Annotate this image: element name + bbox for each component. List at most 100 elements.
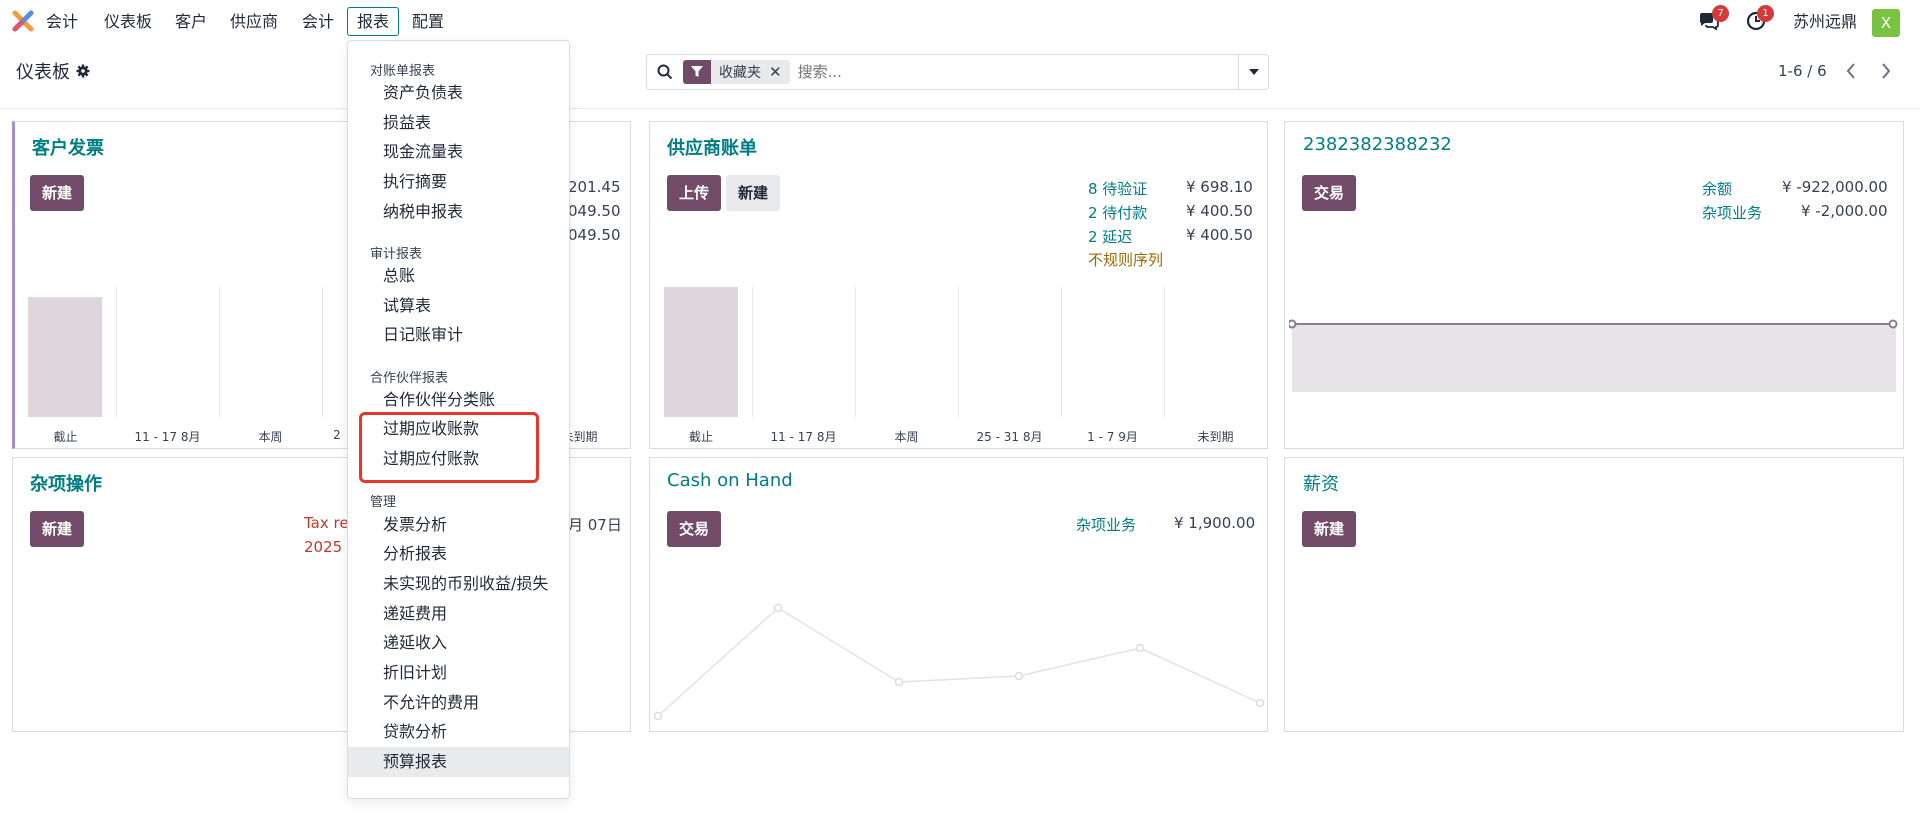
card-title[interactable]: 供应商账单 — [667, 134, 757, 160]
facet-label: 收藏夹 — [719, 65, 761, 81]
chart-point[interactable] — [1014, 671, 1024, 681]
chart-point[interactable] — [1289, 319, 1297, 329]
tax-return-date: 月 07日 — [568, 516, 622, 534]
pager-previous-button[interactable] — [1838, 58, 1864, 84]
cash-transactions-button[interactable]: 交易 — [667, 511, 722, 547]
chevron-right-icon — [1882, 63, 1891, 79]
chart-point[interactable] — [1255, 698, 1265, 708]
salary-card: 薪资 新建 — [1284, 457, 1904, 732]
menu-item-invoice-analysis[interactable]: 发票分析 — [348, 510, 569, 540]
menu-item-journal-audit[interactable]: 日记账审计 — [348, 320, 569, 350]
card-title[interactable]: 杂项操作 — [30, 470, 102, 496]
balance-link[interactable]: 余额 — [1702, 178, 1732, 199]
menu-item-balance-sheet[interactable]: 资产负债表 — [348, 78, 569, 108]
facet-remove-icon[interactable]: ✕ — [769, 63, 790, 81]
chart-x-label: 未到期 — [1197, 430, 1234, 444]
search-input[interactable] — [797, 63, 1218, 81]
balance-line-chart[interactable] — [1289, 312, 1899, 392]
search-options-toggle[interactable] — [1238, 55, 1268, 89]
cash-line-chart[interactable] — [650, 568, 1267, 728]
messages-badge: 7 — [1712, 5, 1729, 22]
activities-badge: 1 — [1757, 5, 1774, 22]
tax-return-year: 2025 — [304, 538, 343, 556]
invoice-amount: 049.50 — [568, 202, 621, 220]
control-panel-divider — [0, 108, 1920, 109]
bills-bar-chart[interactable] — [650, 287, 1267, 417]
card-title[interactable]: 客户发票 — [32, 134, 104, 160]
vendor-bills-card: 供应商账单 上传 新建 8 待验证 ¥ 698.10 2 待付款 ¥ 400.5… — [649, 121, 1268, 449]
nav-menu-vendors[interactable]: 供应商 — [230, 0, 278, 43]
menu-item-partner-ledger[interactable]: 合作伙伴分类账 — [348, 385, 569, 415]
menu-item-analytic-report[interactable]: 分析报表 — [348, 539, 569, 569]
chart-x-label: 截止 — [53, 430, 78, 444]
menu-item-deferred-expense[interactable]: 递延费用 — [348, 599, 569, 629]
nav-menu-dashboard[interactable]: 仪表板 — [104, 0, 152, 43]
transactions-button[interactable]: 交易 — [1302, 175, 1357, 211]
caret-down-icon — [1248, 69, 1259, 75]
menu-item-unrealized-gains[interactable]: 未实现的币别收益/损失 — [348, 569, 569, 599]
chart-point[interactable] — [1135, 643, 1145, 653]
chart-x-label: 1 - 7 9月 — [1087, 430, 1138, 444]
cash-on-hand-card: Cash on Hand 交易 杂项业务 ¥ 1,900.00 — [649, 457, 1268, 732]
pager-next-button[interactable] — [1873, 58, 1899, 84]
messages-button[interactable]: 7 — [1698, 5, 1729, 33]
to-pay-link[interactable]: 2 待付款 — [1088, 202, 1147, 223]
stat-amount: ¥ 698.10 — [1186, 178, 1253, 196]
to-validate-link[interactable]: 8 待验证 — [1088, 178, 1147, 199]
irregular-sequence-warning[interactable]: 不规则序列 — [1088, 249, 1163, 270]
company-switcher[interactable]: 苏州远鼎 — [1793, 0, 1857, 43]
chart-x-label: 本周 — [894, 430, 919, 444]
gear-icon[interactable] — [76, 64, 90, 78]
card-title[interactable]: 2382382388232 — [1303, 134, 1452, 155]
search-icon[interactable] — [647, 55, 683, 89]
chart-bar[interactable] — [664, 287, 738, 417]
invoice-amount: 201.45 — [568, 178, 621, 196]
chart-point[interactable] — [773, 603, 783, 613]
menu-item-general-ledger[interactable]: 总账 — [348, 261, 569, 291]
chart-point[interactable] — [1888, 319, 1898, 329]
menu-item-loan-analysis[interactable]: 贷款分析 — [348, 717, 569, 747]
upload-button[interactable]: 上传 — [667, 175, 722, 211]
invoice-amount: 049.50 — [568, 226, 621, 244]
nav-menu-reports[interactable]: 报表 — [347, 7, 400, 36]
card-title[interactable]: Cash on Hand — [667, 470, 793, 491]
nav-menu-accounting[interactable]: 会计 — [302, 0, 334, 43]
chevron-left-icon — [1846, 63, 1855, 79]
nav-app-name[interactable]: 会计 — [46, 0, 78, 43]
card-title[interactable]: 薪资 — [1303, 470, 1339, 496]
user-avatar[interactable]: X — [1872, 9, 1900, 37]
misc-link[interactable]: 杂项业务 — [1076, 514, 1136, 535]
chart-x-label: 25 - 31 8月 — [976, 430, 1043, 444]
new-bill-button[interactable]: 新建 — [726, 175, 781, 211]
bank-journal-card: 2382382388232 交易 余额 ¥ -922,000.00 杂项业务 ¥… — [1284, 121, 1904, 449]
nav-menu-configuration[interactable]: 配置 — [412, 0, 444, 43]
tax-return-reminder[interactable]: Tax re — [304, 514, 349, 532]
activities-button[interactable]: 1 — [1746, 5, 1774, 33]
new-invoice-button[interactable]: 新建 — [30, 175, 85, 211]
menu-item-trial-balance[interactable]: 试算表 — [348, 291, 569, 321]
menu-item-cash-flow[interactable]: 现金流量表 — [348, 137, 569, 167]
menu-item-tax-return[interactable]: 纳税申报表 — [348, 197, 569, 227]
chart-x-label: 11 - 17 8月 — [770, 430, 837, 444]
chart-point[interactable] — [653, 711, 663, 721]
menu-item-budget-report[interactable]: 预算报表 — [348, 747, 569, 777]
pager-value[interactable]: 1-6 / 6 — [1778, 62, 1827, 80]
new-salary-button[interactable]: 新建 — [1302, 511, 1357, 547]
menu-item-depreciation-schedule[interactable]: 折旧计划 — [348, 658, 569, 688]
highlight-annotation — [359, 412, 539, 483]
new-misc-button[interactable]: 新建 — [30, 511, 85, 547]
menu-item-disallowed-expenses[interactable]: 不允许的费用 — [348, 688, 569, 718]
menu-item-executive-summary[interactable]: 执行摘要 — [348, 167, 569, 197]
top-navbar: 会计 仪表板 客户 供应商 会计 报表 配置 7 1 苏州远鼎 X — [0, 0, 1920, 43]
section-header-audit: 审计报表 — [370, 247, 423, 262]
misc-link[interactable]: 杂项业务 — [1702, 202, 1762, 223]
chart-bar[interactable] — [28, 297, 102, 417]
late-link[interactable]: 2 延迟 — [1088, 226, 1132, 247]
stat-amount: ¥ -922,000.00 — [1782, 178, 1888, 196]
section-header-partner: 合作伙伴报表 — [370, 371, 449, 386]
menu-item-profit-loss[interactable]: 损益表 — [348, 108, 569, 138]
nav-menu-customers[interactable]: 客户 — [175, 0, 207, 43]
chart-point[interactable] — [894, 677, 904, 687]
menu-item-deferred-revenue[interactable]: 递延收入 — [348, 628, 569, 658]
app-logo-icon[interactable] — [12, 10, 34, 32]
